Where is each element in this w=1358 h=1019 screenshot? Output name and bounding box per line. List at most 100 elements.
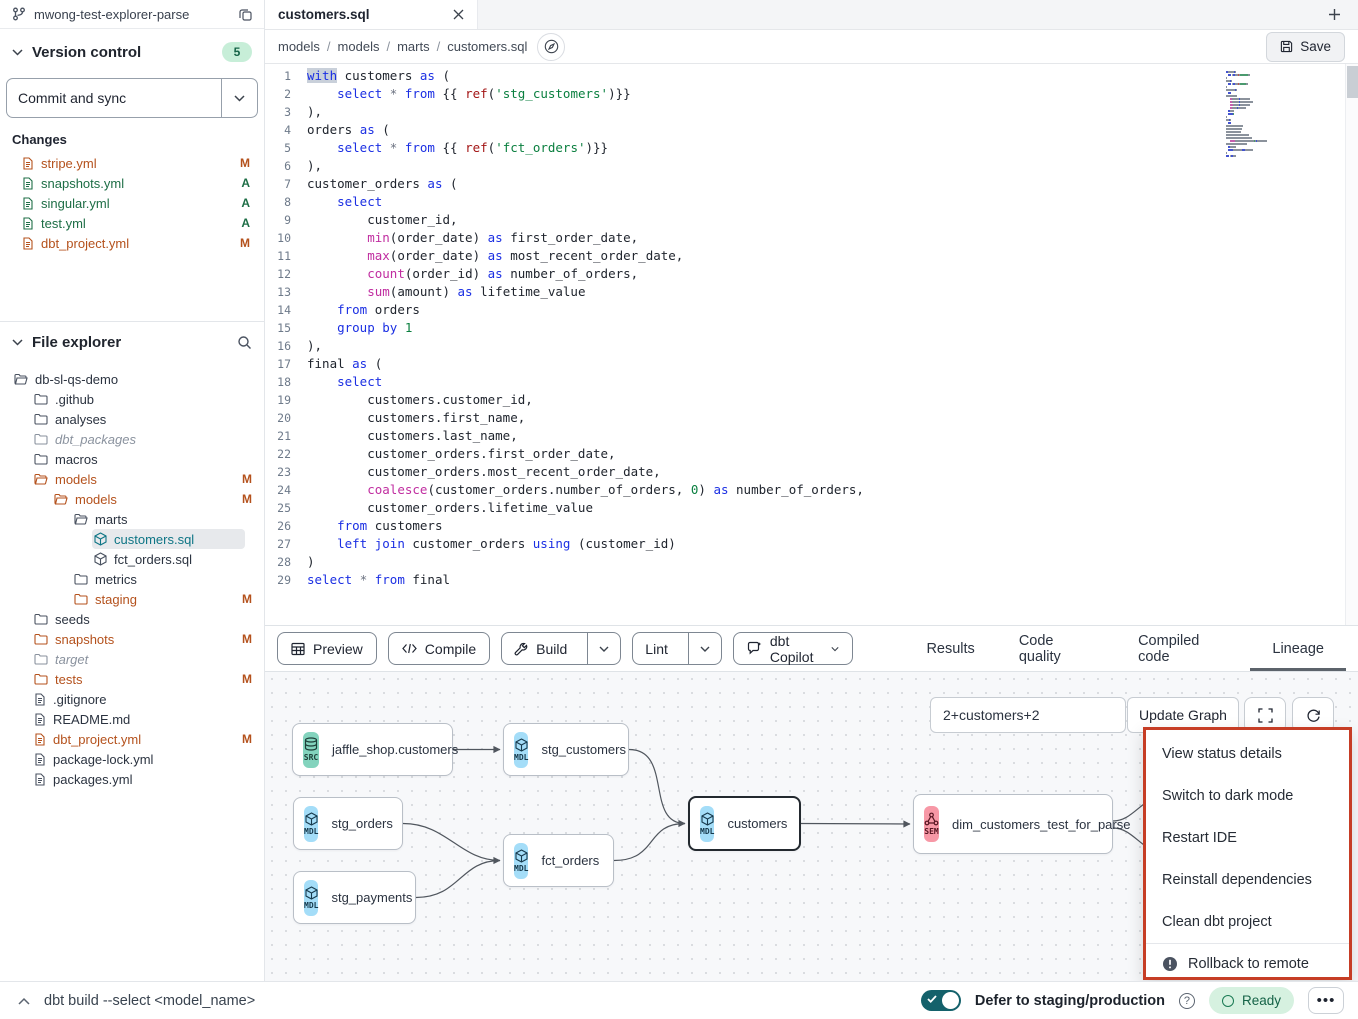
tree-file-.gitignore[interactable]: .gitignore [0,689,264,709]
lineage-node-stg_payments[interactable]: MDL stg_payments [293,871,416,924]
code-line-12[interactable]: 12 count(order_id) as number_of_orders, [265,265,1288,283]
tree-folder-dbt_packages[interactable]: dbt_packages [0,429,264,449]
tree-folder-tests[interactable]: testsM [0,669,264,689]
minimap[interactable] [1226,71,1330,158]
code-line-18[interactable]: 18 select [265,373,1288,391]
more-options-button[interactable]: ••• [1308,987,1344,1014]
change-item-snapshots.yml[interactable]: snapshots.yml A [0,173,264,193]
tree-file-package-lock.yml[interactable]: package-lock.yml [0,749,264,769]
lineage-node-fct_orders[interactable]: MDL fct_orders [503,834,614,887]
tree-folder-marts[interactable]: marts [0,509,264,529]
code-line-14[interactable]: 14 from orders [265,301,1288,319]
version-control-header[interactable]: Version control 5 [0,29,264,68]
menu-item-rollback-to-remote[interactable]: Rollback to remote [1146,943,1349,981]
menu-item-reinstall-dependencies[interactable]: Reinstall dependencies [1146,859,1349,901]
tree-folder-models[interactable]: modelsM [0,469,264,489]
code-editor[interactable]: 1with customers as (2 select * from {{ r… [265,64,1358,625]
breadcrumb-segment[interactable]: models [278,39,320,54]
code-line-2[interactable]: 2 select * from {{ ref('stg_customers')}… [265,85,1288,103]
tree-file-packages.yml[interactable]: packages.yml [0,769,264,789]
help-icon[interactable]: ? [1179,993,1195,1009]
code-line-23[interactable]: 23 customer_orders.most_recent_order_dat… [265,463,1288,481]
tree-folder-analyses[interactable]: analyses [0,409,264,429]
tree-folder-.github[interactable]: .github [0,389,264,409]
compile-button[interactable]: Compile [388,632,490,665]
code-line-15[interactable]: 15 group by 1 [265,319,1288,337]
close-icon[interactable] [453,9,464,20]
code-line-11[interactable]: 11 max(order_date) as most_recent_order_… [265,247,1288,265]
dbt-copilot-button[interactable]: dbt Copilot [733,632,854,665]
expand-panel-icon[interactable] [18,997,30,1005]
menu-item-restart-ide[interactable]: Restart IDE [1146,817,1349,859]
code-line-17[interactable]: 17final as ( [265,355,1288,373]
tree-file-README.md[interactable]: README.md [0,709,264,729]
lineage-node-jaffle_shop_customers[interactable]: SRC jaffle_shop.customers [292,723,453,776]
breadcrumb-segment[interactable]: marts [397,39,430,54]
copy-icon[interactable] [239,8,252,21]
explore-compass-icon[interactable] [537,33,565,61]
tree-folder-models[interactable]: modelsM [0,489,264,509]
panel-tab-compiled-code[interactable]: Compiled code [1116,626,1250,671]
change-item-test.yml[interactable]: test.yml A [0,213,264,233]
code-line-6[interactable]: 6), [265,157,1288,175]
tree-file-customers.sql[interactable]: customers.sql [0,529,264,549]
menu-item-view-status-details[interactable]: View status details [1146,733,1349,775]
commit-options-button[interactable] [221,79,257,117]
code-line-13[interactable]: 13 sum(amount) as lifetime_value [265,283,1288,301]
code-line-27[interactable]: 27 left join customer_orders using (cust… [265,535,1288,553]
code-line-25[interactable]: 25 customer_orders.lifetime_value [265,499,1288,517]
lineage-canvas[interactable]: SRC jaffle_shop.customers MDL stg_custome… [265,671,1358,981]
lineage-node-dim_customers_test_for_parse[interactable]: SEM dim_customers_test_for_parse [913,794,1113,854]
code-line-8[interactable]: 8 select [265,193,1288,211]
code-line-3[interactable]: 3), [265,103,1288,121]
menu-item-clean-dbt-project[interactable]: Clean dbt project [1146,901,1349,943]
editor-scrollbar[interactable] [1345,64,1358,625]
code-line-16[interactable]: 16), [265,337,1288,355]
scrollbar-thumb[interactable] [1347,66,1358,98]
tab-customers-sql[interactable]: customers.sql [265,0,478,29]
change-item-singular.yml[interactable]: singular.yml A [0,193,264,213]
code-line-22[interactable]: 22 customer_orders.first_order_date, [265,445,1288,463]
tree-folder-seeds[interactable]: seeds [0,609,264,629]
lineage-search-input[interactable] [943,707,1113,723]
change-item-stripe.yml[interactable]: stripe.yml M [0,153,264,173]
code-line-29[interactable]: 29select * from final [265,571,1288,589]
tree-folder-metrics[interactable]: metrics [0,569,264,589]
tree-file-dbt_project.yml[interactable]: dbt_project.ymlM [0,729,264,749]
new-tab-button[interactable] [1310,0,1358,29]
defer-toggle[interactable] [921,990,961,1011]
code-line-1[interactable]: 1with customers as ( [265,67,1288,85]
file-explorer-header[interactable]: File explorer [0,322,264,355]
breadcrumb-segment[interactable]: models [338,39,380,54]
tree-file-fct_orders.sql[interactable]: fct_orders.sql [0,549,264,569]
tree-folder-macros[interactable]: macros [0,449,264,469]
code-line-7[interactable]: 7customer_orders as ( [265,175,1288,193]
code-line-19[interactable]: 19 customers.customer_id, [265,391,1288,409]
code-line-4[interactable]: 4orders as ( [265,121,1288,139]
code-line-21[interactable]: 21 customers.last_name, [265,427,1288,445]
tree-folder-db-sl-qs-demo[interactable]: db-sl-qs-demo [0,369,264,389]
menu-item-switch-to-dark-mode[interactable]: Switch to dark mode [1146,775,1349,817]
build-options-button[interactable] [587,633,620,664]
commit-and-sync-button[interactable]: Commit and sync [7,79,221,117]
lineage-node-stg_customers[interactable]: MDL stg_customers [503,723,629,776]
panel-tab-lineage[interactable]: Lineage [1250,626,1346,671]
code-line-20[interactable]: 20 customers.first_name, [265,409,1288,427]
lineage-search[interactable] [930,697,1126,733]
code-line-10[interactable]: 10 min(order_date) as first_order_date, [265,229,1288,247]
lineage-node-stg_orders[interactable]: MDL stg_orders [293,797,403,850]
code-line-5[interactable]: 5 select * from {{ ref('fct_orders')}} [265,139,1288,157]
code-line-26[interactable]: 26 from customers [265,517,1288,535]
command-input[interactable] [44,993,907,1009]
code-line-24[interactable]: 24 coalesce(customer_orders.number_of_or… [265,481,1288,499]
project-row[interactable]: mwong-test-explorer-parse [0,0,264,29]
panel-tab-results[interactable]: Results [904,626,996,671]
tree-folder-snapshots[interactable]: snapshotsM [0,629,264,649]
build-button[interactable]: Build [502,633,579,664]
change-item-dbt_project.yml[interactable]: dbt_project.yml M [0,233,264,253]
breadcrumb-segment[interactable]: customers.sql [447,39,527,54]
search-icon[interactable] [237,335,252,350]
save-button[interactable]: Save [1266,32,1345,62]
tree-folder-target[interactable]: target [0,649,264,669]
lineage-node-customers[interactable]: MDL customers [688,796,801,851]
